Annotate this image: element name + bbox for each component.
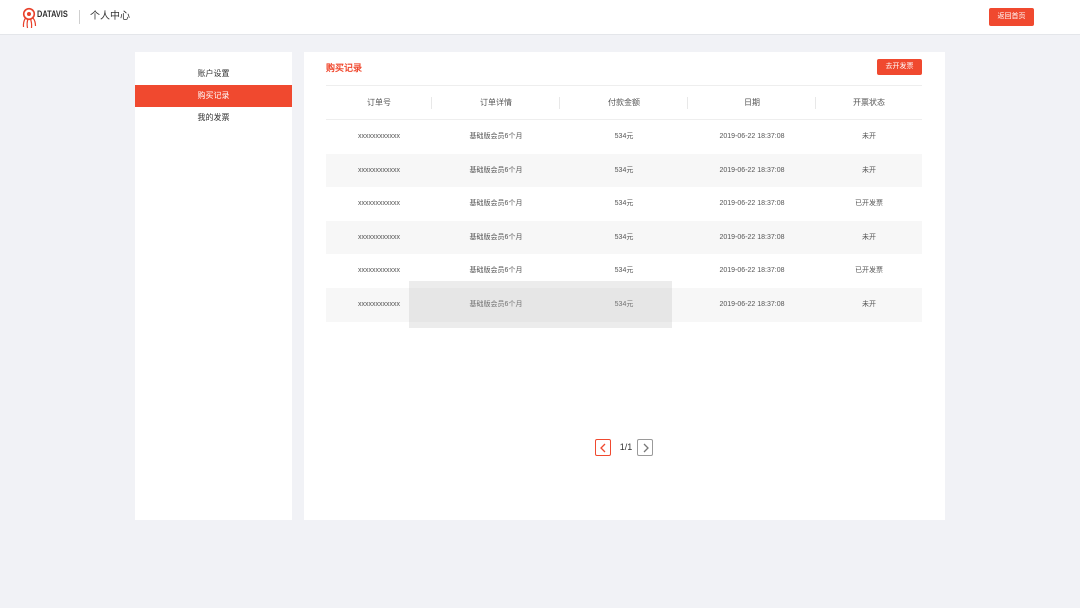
order-details-cell: 基础版会员6个月 (469, 200, 523, 208)
amount-cell: 534元 (614, 200, 634, 208)
order-details-cell: 基础版会员6个月 (469, 233, 523, 241)
column-header-invoice-status: 开票状态 (853, 97, 885, 107)
date-cell: 2019-06-22 18:37:08 (719, 133, 785, 140)
amount-cell: 534元 (614, 166, 634, 174)
chevron-right-icon (643, 443, 649, 453)
logo-text: DATAVIS (37, 9, 68, 19)
table-row: xxxxxxxxxxxx 基础版会员6个月 534元 2019-06-22 18… (326, 153, 922, 188)
order-id-cell: xxxxxxxxxxxx (358, 233, 400, 241)
invoice-status-cell: 已开发票 (855, 200, 883, 208)
invoice-status-cell: 未开 (862, 166, 876, 174)
date-cell: 2019-06-22 18:37:08 (719, 166, 785, 174)
prev-page-button[interactable] (595, 439, 611, 456)
octopus-logo-icon (22, 7, 37, 29)
back-home-button[interactable]: 返回首页 (989, 8, 1034, 26)
table-row: xxxxxxxxxxxx 基础版会员6个月 534元 2019-06-22 18… (326, 187, 922, 221)
order-id-cell: xxxxxxxxxxxx (358, 200, 400, 208)
order-details-cell: 基础版会员6个月 (469, 133, 523, 140)
date-cell: 2019-06-22 18:37:08 (719, 267, 785, 275)
chevron-left-icon (600, 443, 606, 453)
table-row: xxxxxxxxxxxx 基础版会员6个月 534元 2019-06-22 18… (326, 220, 922, 255)
invoice-status-cell: 已开发票 (855, 267, 883, 275)
next-page-button[interactable] (637, 439, 653, 456)
amount-cell: 534元 (614, 133, 634, 140)
column-header-date: 日期 (688, 86, 816, 120)
watermark-overlay (409, 281, 672, 328)
order-details-cell: 基础版会员6个月 (469, 166, 523, 174)
page-title: 个人中心 (90, 11, 130, 22)
column-header-amount: 付款金额 (560, 86, 688, 120)
sidebar-item-my-invoices[interactable]: 我的发票 (135, 107, 292, 129)
date-cell: 2019-06-22 18:37:08 (719, 233, 785, 241)
sidebar-item-account-settings[interactable]: 账户设置 (135, 63, 292, 85)
column-header-order-details: 订单详情 (432, 86, 560, 120)
order-id-cell: xxxxxxxxxxxx (358, 133, 400, 140)
order-id-cell: xxxxxxxxxxxx (358, 166, 400, 174)
issue-invoice-button[interactable]: 去开发票 (877, 59, 922, 75)
sidebar-item-purchase-records[interactable]: 购买记录 (135, 85, 292, 107)
header-divider (79, 10, 80, 24)
invoice-status-cell: 未开 (862, 233, 876, 241)
date-cell: 2019-06-22 18:37:08 (719, 200, 785, 208)
sidebar: 账户设置 购买记录 我的发票 (135, 52, 292, 520)
invoice-status-cell: 未开 (862, 133, 876, 140)
invoice-status-cell: 未开 (862, 300, 876, 308)
date-cell: 2019-06-22 18:37:08 (719, 300, 785, 308)
section-title: 购买记录 (326, 63, 363, 73)
column-header-order-id: 订单号 (326, 86, 432, 120)
amount-cell: 534元 (614, 233, 634, 241)
table-row: xxxxxxxxxxxx 基础版会员6个月 534元 2019-06-22 18… (326, 120, 922, 154)
table-header-row: 订单号 订单详情 付款金额 日期 开票状态 (326, 86, 922, 120)
brand-logo[interactable]: DATAVIS (21, 7, 77, 29)
page-indicator: 1/1 (619, 442, 633, 452)
top-header: DATAVIS 个人中心 返回首页 (0, 0, 1080, 35)
